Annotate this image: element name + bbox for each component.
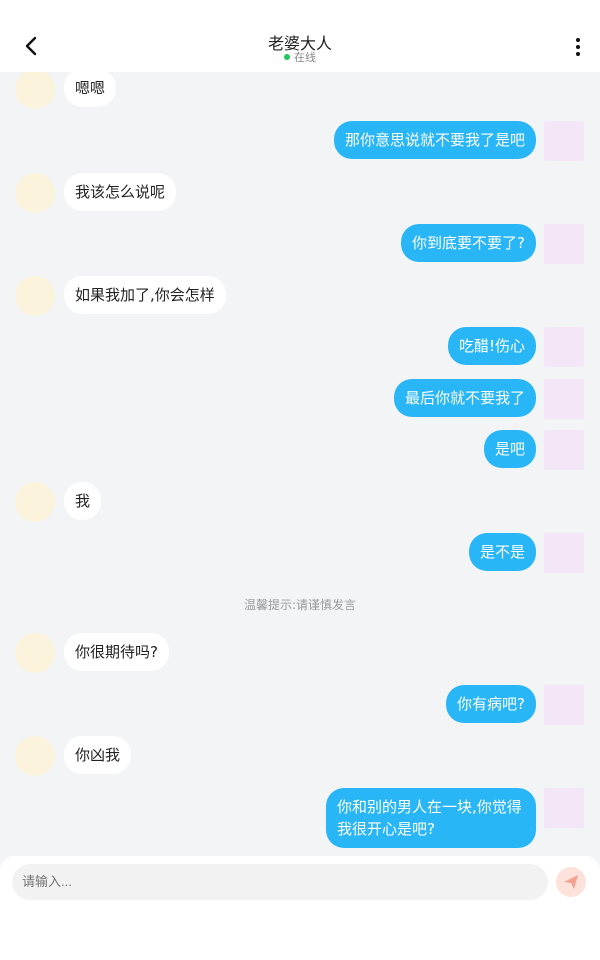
contact-avatar[interactable] bbox=[15, 482, 55, 522]
message-bubble-received[interactable]: 嗯嗯 bbox=[64, 72, 117, 107]
message-bubble-sent[interactable]: 你到底要不要了? bbox=[401, 224, 536, 262]
composer bbox=[0, 856, 600, 960]
online-status-label: 在线 bbox=[294, 51, 316, 64]
chat-header: 老婆大人 在线 bbox=[0, 0, 600, 72]
user-avatar[interactable] bbox=[544, 788, 584, 828]
user-avatar[interactable] bbox=[544, 430, 584, 470]
message-list[interactable]: 嗯嗯 那你意思说就不要我了是吧 我该怎么说呢 你到底要不要了? 如果我加了,你会… bbox=[0, 72, 600, 856]
contact-avatar[interactable] bbox=[15, 72, 55, 109]
message-bubble-sent[interactable]: 最后你就不要我了 bbox=[393, 379, 536, 417]
message-bubble-received[interactable]: 如果我加了,你会怎样 bbox=[64, 276, 226, 314]
online-dot-icon bbox=[284, 54, 290, 60]
user-avatar[interactable] bbox=[544, 224, 584, 264]
user-avatar[interactable] bbox=[544, 121, 584, 161]
contact-avatar[interactable] bbox=[15, 736, 55, 776]
user-avatar[interactable] bbox=[544, 327, 584, 367]
user-avatar[interactable] bbox=[544, 533, 584, 573]
message-bubble-received[interactable]: 你很期待吗? bbox=[64, 633, 169, 671]
message-bubble-received[interactable]: 我该怎么说呢 bbox=[64, 173, 177, 211]
send-button[interactable] bbox=[556, 867, 586, 897]
message-bubble-received[interactable]: 你凶我 bbox=[64, 736, 132, 774]
message-bubble-sent[interactable]: 吃醋!伤心 bbox=[447, 327, 536, 365]
message-bubble-received[interactable]: 我 bbox=[64, 482, 102, 520]
message-bubble-sent[interactable]: 是不是 bbox=[468, 533, 536, 571]
online-status: 在线 bbox=[0, 49, 600, 65]
message-bubble-sent[interactable]: 是吧 bbox=[483, 430, 536, 468]
user-avatar[interactable] bbox=[544, 379, 584, 419]
message-bubble-sent[interactable]: 那你意思说就不要我了是吧 bbox=[333, 121, 536, 159]
more-vertical-icon bbox=[576, 38, 580, 56]
chat-screen: 老婆大人 在线 嗯嗯 那你意思说就不要我了是吧 我该怎么说呢 你到底要不要了? … bbox=[0, 0, 600, 960]
contact-avatar[interactable] bbox=[15, 276, 55, 316]
message-bubble-sent[interactable]: 你和别的男人在一块,你觉得我很开心是吧? bbox=[326, 788, 536, 848]
send-icon bbox=[564, 875, 578, 889]
system-tip: 温馨提示:请谨慎发言 bbox=[243, 598, 357, 612]
contact-avatar[interactable] bbox=[15, 633, 55, 673]
message-bubble-sent[interactable]: 你有病吧? bbox=[446, 685, 536, 723]
user-avatar[interactable] bbox=[544, 685, 584, 725]
more-options-button[interactable] bbox=[570, 35, 586, 59]
contact-avatar[interactable] bbox=[15, 173, 55, 213]
message-input[interactable] bbox=[12, 864, 548, 900]
